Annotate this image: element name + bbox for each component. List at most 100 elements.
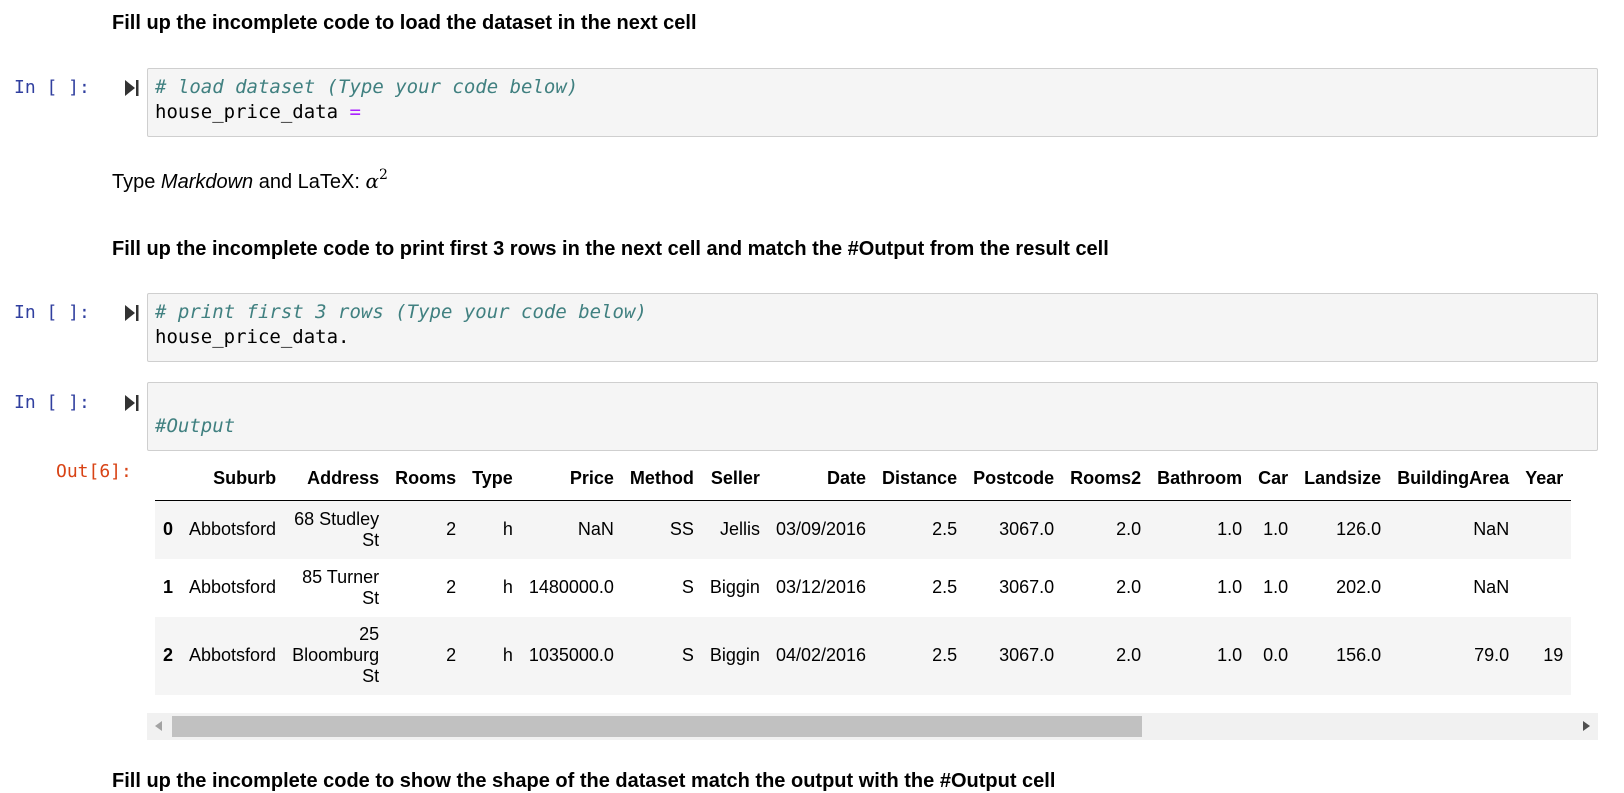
cell-seller: Biggin	[709, 577, 760, 597]
cell-suburb: Abbotsford	[189, 519, 277, 540]
cell-method: S	[681, 645, 694, 665]
cell-suburb: Abbotsford	[189, 577, 277, 597]
column-header: Address	[284, 456, 388, 501]
code-line: house_price_data.	[155, 326, 350, 348]
cell-rooms: 2	[446, 577, 457, 597]
scroll-left-arrow-icon[interactable]	[155, 721, 162, 731]
cell-price: 1480000.0	[528, 577, 614, 597]
cell-postcode: 3067.0	[999, 645, 1055, 665]
column-header: Rooms2	[1062, 456, 1150, 501]
cell-type: h	[502, 645, 513, 665]
cell-method: SS	[669, 519, 694, 540]
output-prompt: Out[6]:	[56, 461, 132, 482]
table-header-row: Suburb Address Rooms Type Price Method S…	[155, 456, 1572, 501]
assign-operator: =	[349, 101, 361, 123]
column-header: Type	[464, 456, 521, 501]
scrollbar-thumb[interactable]	[172, 716, 1142, 737]
column-header: Postcode	[965, 456, 1063, 501]
run-cell-icon[interactable]	[124, 79, 140, 97]
column-header: Car	[1250, 456, 1297, 501]
column-header: Landsize	[1296, 456, 1390, 501]
cell-price: NaN	[577, 519, 614, 540]
cell-rooms2: 2.0	[1116, 577, 1142, 597]
column-header: Year	[1517, 456, 1572, 501]
markdown-latex-text: Type Markdown and LaTeX: α2	[112, 167, 388, 193]
table-row: 1 Abbotsford 85 Turner St 2 h 1480000.0 S…	[155, 559, 1571, 617]
cell-car: 1.0	[1263, 519, 1289, 540]
cell-buildingarea: NaN	[1473, 577, 1510, 597]
cell-date: 03/12/2016	[775, 577, 867, 597]
cell-address: 25 Bloomburg St	[292, 624, 380, 686]
column-header: Distance	[874, 456, 966, 501]
cell-distance: 2.5	[932, 645, 958, 665]
run-cell-icon[interactable]	[124, 304, 140, 322]
cell-seller: Jellis	[719, 519, 760, 540]
cell-type: h	[502, 577, 513, 597]
code-comment: #Output	[155, 415, 236, 437]
cell-distance: 2.5	[932, 519, 958, 540]
math-alpha: α	[365, 169, 380, 193]
math-superscript: 2	[379, 167, 388, 183]
row-index: 0	[163, 519, 174, 540]
code-cell-print-rows[interactable]: # print first 3 rows (Type your code bel…	[147, 293, 1598, 362]
input-prompt: In [ ]:	[14, 302, 90, 323]
column-header: Suburb	[181, 456, 285, 501]
index-header	[155, 456, 182, 501]
markdown-heading-print-rows: Fill up the incomplete code to print fir…	[112, 238, 1109, 260]
column-header: Method	[621, 456, 702, 501]
table-row: 2 Abbotsford 25 Bloomburg St 2 h 1035000.0…	[155, 616, 1572, 695]
markdown-heading-shape: Fill up the incomplete code to show the …	[112, 770, 1056, 792]
cell-date: 03/09/2016	[775, 519, 867, 540]
code-cell-load-dataset[interactable]: # load dataset (Type your code below) ho…	[147, 68, 1598, 137]
column-header: Price	[520, 456, 622, 501]
column-header: Rooms	[387, 456, 465, 501]
row-index: 2	[163, 645, 174, 665]
code-line: house_price_data =	[155, 101, 361, 123]
cell-landsize: 202.0	[1336, 577, 1382, 597]
cell-postcode: 3067.0	[999, 577, 1055, 597]
input-prompt: In [ ]:	[14, 392, 90, 413]
run-cell-icon[interactable]	[124, 394, 140, 412]
cell-date: 04/02/2016	[775, 645, 867, 665]
code-comment: # load dataset (Type your code below)	[155, 76, 579, 98]
cell-method: S	[681, 577, 694, 597]
output-area: Suburb Address Rooms Type Price Method S…	[147, 456, 1598, 741]
cell-bathroom: 1.0	[1217, 645, 1243, 665]
cell-buildingarea: 79.0	[1474, 645, 1510, 665]
cell-rooms2: 2.0	[1116, 645, 1142, 665]
column-header: Date	[767, 456, 875, 501]
cell-landsize: 156.0	[1336, 645, 1382, 665]
cell-rooms: 2	[446, 519, 457, 540]
input-prompt: In [ ]:	[14, 77, 90, 98]
cell-seller: Biggin	[709, 645, 760, 665]
code-cell-output-reference[interactable]: #Output	[147, 382, 1598, 451]
cell-year	[1517, 501, 1571, 559]
cell-rooms2: 2.0	[1116, 519, 1142, 540]
scroll-right-arrow-icon[interactable]	[1583, 721, 1590, 731]
cell-postcode: 3067.0	[999, 519, 1055, 540]
cell-bathroom: 1.0	[1217, 577, 1243, 597]
code-comment: # print first 3 rows (Type your code bel…	[155, 301, 647, 323]
column-header: BuildingArea	[1389, 456, 1518, 501]
column-header: Seller	[701, 456, 768, 501]
column-header: Bathroom	[1149, 456, 1251, 501]
cell-year	[1517, 559, 1571, 617]
cell-address: 85 Turner St	[302, 566, 380, 608]
cell-year: 19	[1543, 645, 1564, 665]
markdown-heading-load-dataset: Fill up the incomplete code to load the …	[112, 12, 697, 34]
cell-type: h	[502, 519, 513, 540]
cell-buildingarea: NaN	[1473, 519, 1510, 540]
cell-car: 0.0	[1263, 645, 1289, 665]
dataframe-table: Suburb Address Rooms Type Price Method S…	[155, 456, 1572, 695]
cell-landsize: 126.0	[1336, 519, 1382, 540]
table-row: 0 Abbotsford 68 Studley St 2 h NaN SS Jel…	[155, 500, 1572, 559]
row-index: 1	[163, 577, 174, 597]
cell-car: 1.0	[1263, 577, 1289, 597]
horizontal-scrollbar[interactable]	[147, 713, 1598, 740]
cell-rooms: 2	[446, 645, 457, 665]
cell-address: 68 Studley St	[294, 508, 380, 550]
cell-suburb: Abbotsford	[189, 645, 277, 665]
cell-bathroom: 1.0	[1217, 519, 1243, 540]
cell-price: 1035000.0	[528, 645, 614, 665]
